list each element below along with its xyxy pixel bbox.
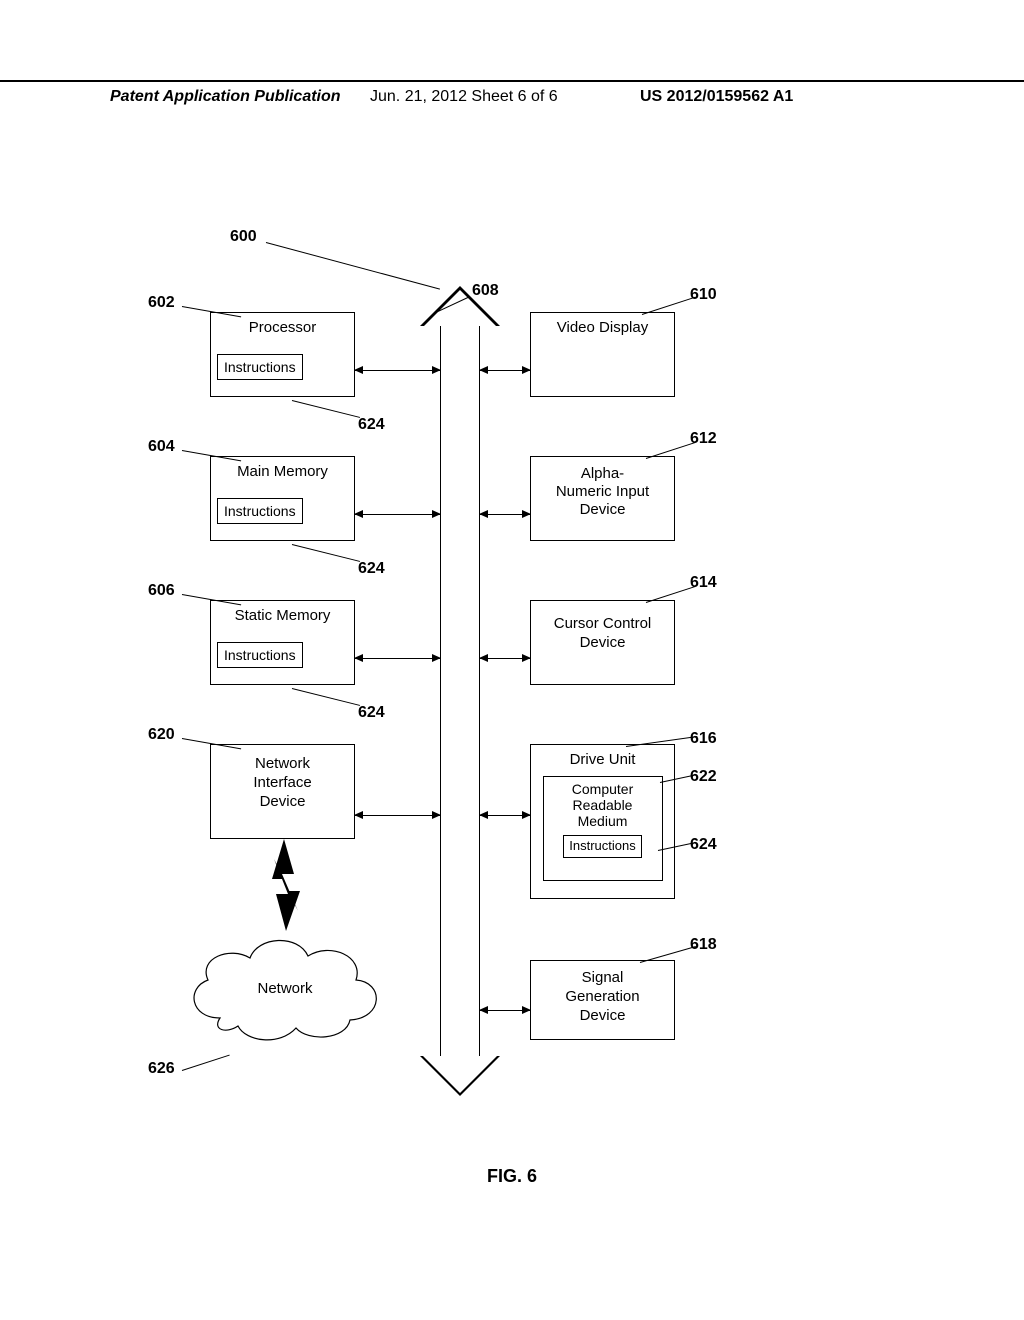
ref-618: 618 [690, 936, 717, 954]
conn-alpha-bus [480, 514, 530, 515]
ref-610: 610 [690, 286, 717, 304]
conn-staticmem-bus [355, 658, 440, 659]
alpha-label: Alpha- Numeric Input Device [556, 465, 649, 519]
lightning-bolt-icon [270, 839, 310, 936]
ref-622: 622 [690, 768, 717, 786]
ref-626: 626 [148, 1060, 175, 1078]
cursor-label: Cursor Control Device [554, 615, 652, 653]
ref-624c: 624 [358, 704, 385, 722]
main-memory-box: Main Memory Instructions [210, 456, 355, 541]
ref-620: 620 [148, 726, 175, 744]
ref-602: 602 [148, 294, 175, 312]
ref-608: 608 [472, 282, 499, 300]
page-header: Patent Application Publication Jun. 21, … [0, 80, 1024, 106]
video-display-label: Video Display [557, 319, 648, 336]
ref-604: 604 [148, 438, 175, 456]
conn-signal-bus [480, 1010, 530, 1011]
leader-624a [292, 400, 360, 418]
crm-instructions-box: Instructions [563, 835, 641, 858]
header-left: Patent Application Publication [0, 88, 341, 106]
conn-video-bus [480, 370, 530, 371]
signal-gen-label: Signal Generation Device [565, 969, 639, 1025]
video-display-box: Video Display [530, 312, 675, 397]
nid-label: Network Interface Device [253, 755, 311, 811]
figure-caption: FIG. 6 [0, 1166, 1024, 1187]
nid-box: Network Interface Device [210, 744, 355, 839]
network-label: Network [180, 980, 390, 997]
header-right: US 2012/0159562 A1 [640, 88, 793, 106]
crm-box: Computer Readable Medium Instructions [543, 776, 663, 881]
conn-mainmem-bus [355, 514, 440, 515]
ref-606: 606 [148, 582, 175, 600]
leader-624c [292, 688, 360, 706]
ref-624d: 624 [690, 836, 717, 854]
processor-box: Processor Instructions [210, 312, 355, 397]
crm-label: Computer Readable Medium [572, 781, 633, 829]
signal-gen-box: Signal Generation Device [530, 960, 675, 1040]
conn-cursor-bus [480, 658, 530, 659]
leader-626 [182, 1055, 230, 1071]
figure-6-diagram: 600 608 Processor Instructions 602 624 M… [130, 220, 890, 1140]
network-cloud: Network [180, 928, 390, 1048]
conn-drive-bus [480, 815, 530, 816]
ref-624a: 624 [358, 416, 385, 434]
ref-614: 614 [690, 574, 717, 592]
system-bus [440, 326, 480, 1056]
processor-instructions-box: Instructions [217, 354, 303, 380]
main-memory-instructions-box: Instructions [217, 498, 303, 524]
alpha-box: Alpha- Numeric Input Device [530, 456, 675, 541]
ref-600: 600 [230, 228, 257, 246]
static-memory-label: Static Memory [235, 607, 331, 624]
processor-label: Processor [249, 319, 317, 336]
leader-600 [266, 242, 440, 290]
drive-unit-box: Drive Unit Computer Readable Medium Inst… [530, 744, 675, 899]
static-memory-instructions-box: Instructions [217, 642, 303, 668]
static-memory-box: Static Memory Instructions [210, 600, 355, 685]
ref-612: 612 [690, 430, 717, 448]
ref-616: 616 [690, 730, 717, 748]
conn-nid-bus [355, 815, 440, 816]
main-memory-label: Main Memory [237, 463, 328, 480]
leader-624b [292, 544, 360, 562]
ref-624b: 624 [358, 560, 385, 578]
conn-processor-bus [355, 370, 440, 371]
drive-unit-label: Drive Unit [570, 751, 636, 768]
header-center: Jun. 21, 2012 Sheet 6 of 6 [370, 88, 558, 106]
cursor-box: Cursor Control Device [530, 600, 675, 685]
